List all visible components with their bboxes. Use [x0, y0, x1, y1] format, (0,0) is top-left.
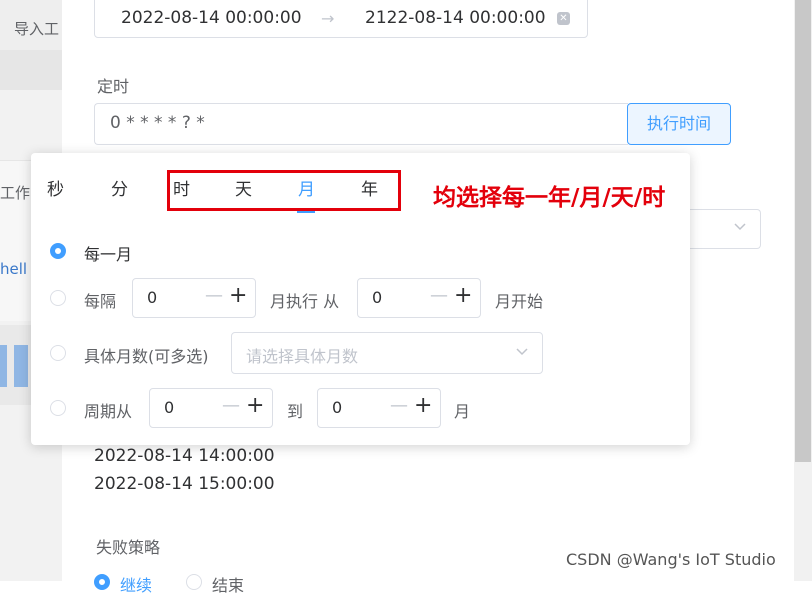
every-month-radio[interactable] [50, 243, 66, 259]
failure-continue-label[interactable]: 继续 [120, 572, 152, 596]
interval-suffix: 月开始 [495, 292, 544, 311]
work-label: 工作 [0, 184, 31, 202]
background-select[interactable] [690, 209, 761, 249]
interval-start-stepper[interactable]: 0 — + [357, 278, 481, 318]
interval-middle: 月执行 从 [270, 292, 340, 311]
chevron-down-icon [515, 344, 529, 362]
failure-end-label[interactable]: 结束 [212, 572, 244, 596]
cycle-from-stepper[interactable]: 0 — + [149, 388, 273, 428]
cycle-prefix: 周期从 [84, 402, 133, 421]
cycle-suffix: 月 [454, 402, 471, 421]
range-separator-icon: → [321, 9, 335, 28]
tab-minute[interactable]: 分 [111, 175, 128, 200]
background-button[interactable] [0, 345, 7, 387]
execution-time-item: 2022-08-14 15:00:00 [94, 474, 275, 494]
interval-prefix: 每隔 [84, 292, 117, 311]
interval-start-value[interactable]: 0 [372, 288, 382, 307]
specific-months-label[interactable]: 具体月数(可多选) [84, 343, 209, 367]
import-label: 导入工 [14, 20, 60, 38]
cron-value[interactable]: 0 * * * * ? * [110, 113, 205, 133]
plus-icon[interactable]: + [454, 283, 472, 308]
plus-icon[interactable]: + [229, 283, 247, 308]
schedule-label: 定时 [97, 77, 130, 96]
failure-strategy-label: 失败策略 [96, 538, 161, 557]
execution-time-item: 2022-08-14 14:00:00 [94, 446, 275, 466]
specific-months-radio[interactable] [50, 345, 66, 361]
cycle-to-value[interactable]: 0 [332, 398, 342, 417]
minus-icon[interactable]: — [430, 285, 448, 306]
minus-icon[interactable]: — [222, 395, 240, 416]
specific-months-placeholder[interactable]: 请选择具体月数 [246, 343, 358, 367]
interval-radio[interactable] [50, 290, 66, 306]
interval-value[interactable]: 0 [147, 288, 157, 307]
minus-icon[interactable]: — [205, 285, 223, 306]
background-button[interactable] [14, 345, 28, 387]
cycle-radio[interactable] [50, 400, 66, 416]
annotation-highlight-box [167, 170, 401, 211]
annotation-text: 均选择每一年/月/天/时 [433, 185, 666, 211]
failure-continue-radio[interactable] [94, 574, 110, 590]
plus-icon[interactable]: + [246, 393, 264, 418]
plus-icon[interactable]: + [414, 393, 432, 418]
range-end[interactable]: 2122-08-14 00:00:00 [365, 8, 546, 28]
chevron-down-icon [733, 219, 747, 236]
cycle-to-stepper[interactable]: 0 — + [317, 388, 441, 428]
cycle-from-value[interactable]: 0 [164, 398, 174, 417]
interval-stepper[interactable]: 0 — + [132, 278, 256, 318]
clear-icon[interactable]: ✕ [557, 12, 570, 25]
background-row [0, 50, 62, 90]
every-month-label[interactable]: 每一月 [84, 241, 132, 265]
scrollbar-thumb[interactable] [795, 0, 811, 462]
execution-time-button[interactable]: 执行时间 [627, 103, 731, 145]
failure-end-radio[interactable] [186, 574, 202, 590]
range-start[interactable]: 2022-08-14 00:00:00 [121, 8, 302, 28]
watermark: CSDN @Wang's IoT Studio [566, 550, 776, 569]
tab-second[interactable]: 秒 [47, 175, 64, 200]
cycle-middle: 到 [287, 402, 304, 421]
minus-icon[interactable]: — [390, 395, 408, 416]
background-link[interactable]: hell [0, 260, 27, 278]
